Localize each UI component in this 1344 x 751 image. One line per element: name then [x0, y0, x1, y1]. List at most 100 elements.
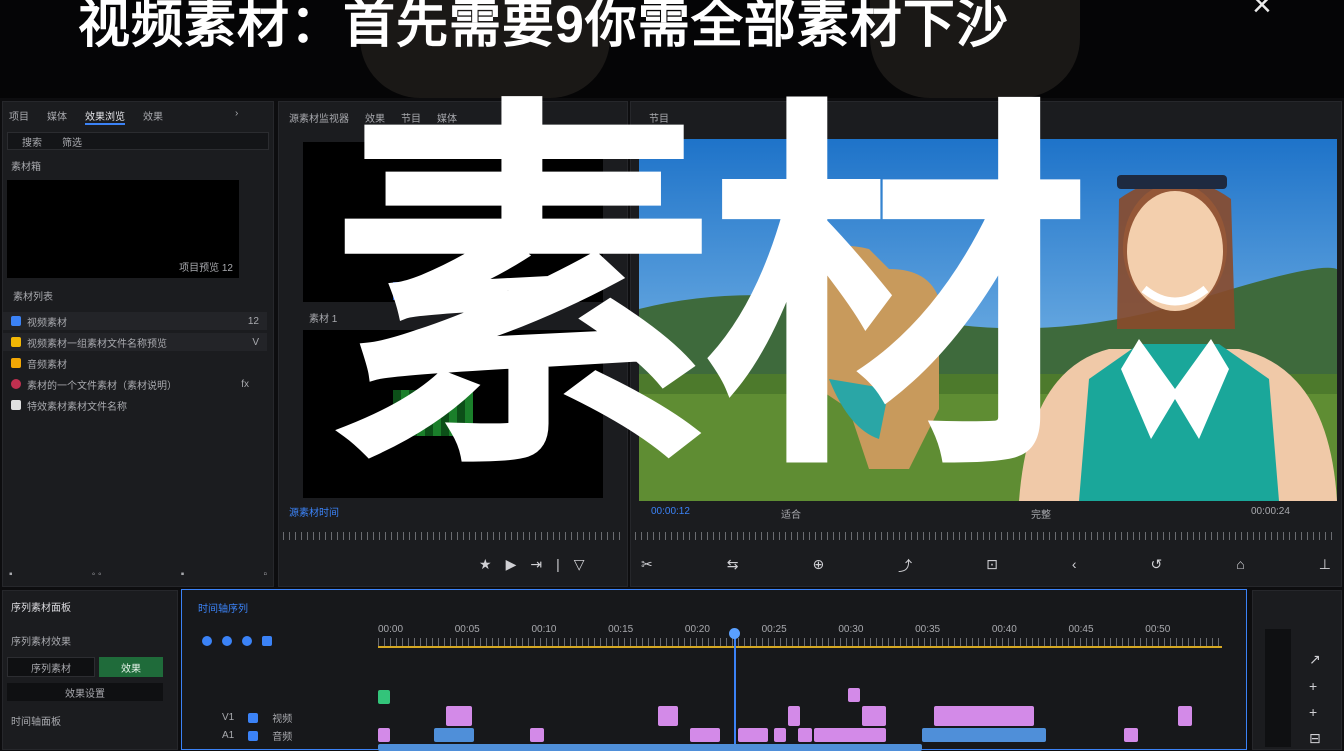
list-view-icon[interactable]: ▪	[9, 569, 13, 580]
icon-view-icon[interactable]: ◦ ◦	[92, 569, 102, 580]
clip[interactable]	[922, 728, 1046, 742]
list-item-count: V	[252, 336, 259, 348]
list-item-label: 素材的一个文件素材（素材说明）	[27, 380, 177, 392]
ruler-label: 00:05	[454, 624, 480, 635]
loop-icon[interactable]: ↺	[1151, 556, 1163, 576]
folder-icon	[11, 337, 21, 347]
clip[interactable]	[738, 728, 768, 742]
clip[interactable]	[378, 690, 390, 704]
clip[interactable]	[862, 706, 886, 726]
add-track-icon[interactable]: +	[1309, 704, 1321, 720]
clip[interactable]	[788, 706, 800, 726]
list-item-count: 12	[247, 315, 259, 327]
list-item[interactable]: 视频素材一组素材文件名称预览 V	[3, 333, 267, 351]
clip[interactable]	[774, 728, 786, 742]
play-icon[interactable]: ▶	[506, 556, 517, 573]
clip[interactable]	[848, 688, 860, 702]
selection-tool-icon[interactable]: ↗	[1309, 651, 1321, 668]
clip[interactable]	[658, 706, 678, 726]
step-icon[interactable]: ⇥	[530, 556, 542, 573]
bin-label: 素材箱	[11, 162, 41, 173]
list-item[interactable]: 音频素材	[3, 354, 267, 372]
clip[interactable]	[1124, 728, 1138, 742]
panel-menu-icon[interactable]: ›	[235, 108, 238, 119]
track-toggle-icon[interactable]	[248, 712, 259, 723]
sequence-button-label: 序列素材	[31, 663, 71, 675]
playhead-handle[interactable]	[729, 628, 740, 639]
snap-icon[interactable]	[202, 636, 212, 646]
search-bar[interactable]: 搜索 筛选	[7, 132, 269, 150]
ruler-label: 00:10	[531, 624, 557, 635]
effects-button-label: 效果	[121, 663, 141, 675]
tab-media[interactable]: 媒体	[47, 108, 67, 125]
list-item-count: fx	[241, 378, 249, 390]
home-icon[interactable]: ⌂	[1236, 556, 1244, 576]
list-item[interactable]: 素材的一个文件素材（素材说明） fx	[3, 375, 267, 393]
ruler-label: 00:45	[1068, 624, 1094, 635]
close-icon[interactable]: ×	[1252, 0, 1272, 25]
effect-icon	[11, 400, 21, 410]
clip[interactable]	[434, 728, 474, 742]
clip[interactable]	[814, 728, 886, 742]
clip[interactable]	[798, 728, 812, 742]
source-scrubber[interactable]	[283, 532, 623, 540]
track-name: A1	[222, 730, 235, 741]
sequence-button[interactable]: 序列素材	[7, 657, 95, 677]
swap-icon[interactable]: ⇆	[727, 556, 739, 576]
clip[interactable]	[446, 706, 472, 726]
work-area-bar	[378, 646, 1222, 648]
timeline-panel: 时间轴序列 00:00 00:05 00:10 00:15 00:20 00:25 00:3…	[181, 589, 1247, 751]
timeline-ruler[interactable]: 00:00 00:05 00:10 00:15 00:20 00:25 00:30 00:35…	[378, 624, 1222, 648]
split-icon[interactable]: |	[556, 556, 560, 573]
list-item[interactable]: 视频素材 12	[3, 312, 267, 330]
track-toggle-icon[interactable]	[248, 730, 259, 741]
lift-icon[interactable]: ⤴	[898, 556, 912, 576]
track-label: 视频	[272, 714, 293, 725]
program-scrubber[interactable]	[635, 532, 1335, 540]
anchor-icon[interactable]: ⊥	[1319, 556, 1331, 576]
new-item-icon[interactable]: ▪	[181, 569, 185, 580]
audio-meter	[1265, 629, 1291, 747]
effects-button[interactable]: 效果	[99, 657, 163, 677]
export-icon[interactable]: ▽	[574, 556, 585, 573]
sequence-dropdown[interactable]: 序列素材效果	[11, 633, 71, 648]
clip[interactable]	[1178, 706, 1192, 726]
asset-list: 视频素材 12 视频素材一组素材文件名称预览 V 音频素材 素材的一个文件素材（…	[3, 312, 267, 414]
ruler-labels: 00:00 00:05 00:10 00:15 00:20 00:25 00:30 00:35…	[378, 624, 1222, 636]
effect-settings[interactable]: 效果设置	[7, 683, 163, 701]
clip[interactable]	[530, 728, 544, 742]
clip[interactable]	[934, 706, 1034, 726]
zoom-level[interactable]: 适合	[781, 506, 801, 521]
playhead[interactable]	[734, 630, 736, 751]
marker-icon[interactable]	[242, 636, 252, 646]
settings-icon[interactable]	[262, 636, 272, 646]
tab-effects-browser[interactable]: 效果浏览	[85, 108, 125, 125]
delete-icon[interactable]: ▫	[263, 569, 267, 580]
ruler-label: 00:50	[1145, 624, 1171, 635]
tab-effects[interactable]: 效果	[143, 108, 163, 125]
program-controls: ✂ ⇆ ⊕ ⤴ ⊡ ‹ ↺ ⌂ ⊥	[641, 556, 1331, 576]
clip[interactable]	[690, 728, 720, 742]
list-header: 素材列表	[13, 292, 53, 303]
insert-icon[interactable]: ⊕	[812, 556, 824, 576]
collapse-icon[interactable]: ⊟	[1309, 730, 1321, 747]
duration-label: 00:00:24	[1251, 506, 1290, 517]
filter-label: 筛选	[62, 137, 82, 149]
ruler-label: 00:35	[915, 624, 941, 635]
scissors-icon[interactable]: ✂	[641, 556, 653, 576]
add-tool-icon[interactable]: +	[1309, 678, 1321, 694]
tab-project[interactable]: 项目	[9, 108, 29, 125]
safe-frame-icon[interactable]: ⊡	[986, 556, 998, 576]
back-icon[interactable]: ‹	[1072, 556, 1077, 576]
mark-icon[interactable]: ★	[479, 556, 492, 573]
clip[interactable]	[378, 728, 390, 742]
link-icon[interactable]	[222, 636, 232, 646]
overlay-title: 素材	[330, 77, 1090, 508]
ruler-ticks	[378, 638, 1222, 646]
list-item[interactable]: 特效素材素材文件名称	[3, 396, 267, 414]
video-icon	[11, 316, 21, 326]
record-icon	[11, 379, 21, 389]
resolution-select[interactable]: 完整	[1031, 506, 1051, 521]
list-item-label: 音频素材	[27, 359, 67, 371]
search-label: 搜索	[22, 137, 42, 149]
